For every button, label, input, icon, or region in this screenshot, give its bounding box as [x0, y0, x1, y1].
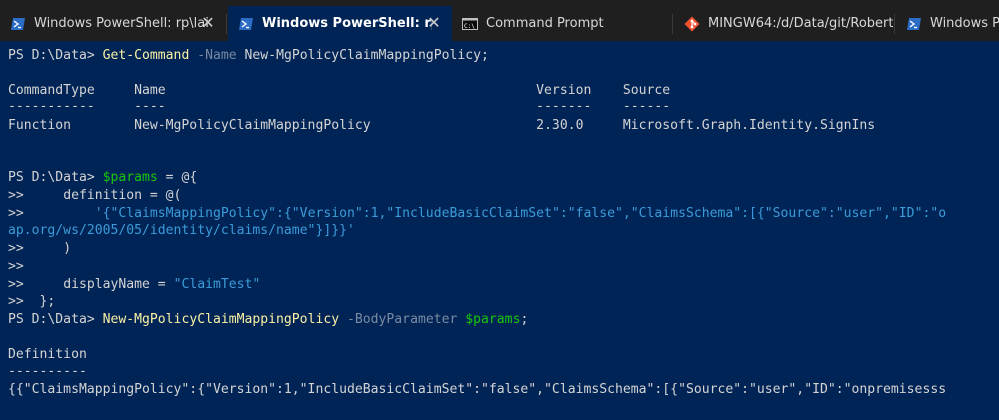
tab-title: Windows Powe [930, 16, 999, 31]
continuation-prompt: >> [8, 241, 32, 256]
terminal-line: ap.org/ws/2005/05/identity/claims/name"}… [8, 222, 355, 240]
tab-divider [226, 14, 227, 34]
terminal-line: >> ) [8, 240, 71, 258]
statement-end: ; [520, 312, 529, 327]
tab-command-prompt[interactable]: C:\ Command Prompt [452, 6, 672, 41]
terminal-line: >> [8, 258, 32, 276]
terminal-line: >> '{"ClaimsMappingPolicy":{"Version":1,… [8, 205, 946, 223]
tab-title: Windows PowerShell: rp\lain.r [262, 16, 432, 31]
prompt: PS D:\Data> [8, 312, 103, 327]
table-row: Function New-MgPolicyClaimMappingPolicy … [8, 118, 876, 133]
tab-mingw64[interactable]: MINGW64:/d/Data/git/Roberts [674, 6, 894, 41]
tab-bar: Windows PowerShell: rp\lain.ro ✕ Windows… [0, 0, 999, 41]
terminal-line: PS D:\Data> New-MgPolicyClaimMappingPoli… [8, 311, 528, 329]
assignment: = @{ [157, 170, 198, 185]
tab-windows-powershell-2[interactable]: Windows PowerShell: rp\lain.r ✕ [228, 6, 452, 41]
continuation-prompt: >> [8, 188, 32, 203]
variable: $params [102, 170, 158, 185]
terminal-line: PS D:\Data> Get-Command -Name New-MgPoli… [8, 47, 489, 65]
json-string: '{"ClaimsMappingPolicy":{"Version":1,"In… [31, 206, 947, 221]
terminal-line: >> }; [8, 293, 55, 311]
powershell-icon [11, 17, 25, 30]
command: Get-Command [102, 48, 190, 63]
close-icon[interactable]: ✕ [200, 15, 216, 31]
output-value: {{"ClaimsMappingPolicy":{"Version":1,"In… [8, 382, 947, 397]
variable: $params [465, 312, 521, 327]
continuation-prompt: >> [8, 277, 32, 292]
command-prompt-icon: C:\ [462, 17, 478, 30]
tab-divider [672, 14, 673, 34]
terminal-line: >> displayName = "ClaimTest" [8, 276, 260, 294]
svg-text:C:\: C:\ [464, 23, 475, 30]
parameter: -BodyParameter [347, 312, 458, 327]
output-header: Definition [8, 347, 87, 362]
parameter: -Name [197, 48, 237, 63]
terminal-line: >> definition = @( [8, 187, 181, 205]
prompt: PS D:\Data> [8, 48, 103, 63]
table-underline: ----------- ---- ------- ------ [8, 99, 671, 114]
powershell-icon [907, 17, 921, 30]
continuation-prompt: >> [8, 259, 32, 274]
output-underline: ---------- [8, 364, 87, 379]
string-value: "ClaimTest" [173, 277, 261, 292]
close-icon[interactable]: ✕ [426, 15, 442, 31]
code: }; [31, 294, 56, 309]
tab-title: MINGW64:/d/Data/git/Roberts [708, 16, 893, 31]
git-icon [684, 16, 700, 31]
powershell-icon [239, 17, 253, 30]
code: definition = @( [31, 188, 182, 203]
tab-title: Windows PowerShell: rp\lain.ro [34, 16, 209, 31]
terminal-line: PS D:\Data> $params = @{ [8, 169, 197, 187]
tab-windows-powershell-3[interactable]: Windows Powe [896, 6, 999, 41]
tab-divider [894, 14, 895, 34]
continuation-prompt: >> [8, 206, 32, 221]
argument: New-MgPolicyClaimMappingPolicy; [244, 48, 489, 63]
prompt: PS D:\Data> [8, 170, 103, 185]
tab-windows-powershell-1[interactable]: Windows PowerShell: rp\lain.ro ✕ [0, 6, 226, 41]
command: New-MgPolicyClaimMappingPolicy [102, 312, 340, 327]
code: ) [31, 241, 72, 256]
continuation-prompt: >> [8, 294, 32, 309]
json-string-wrap: ap.org/ws/2005/05/identity/claims/name"}… [8, 223, 355, 238]
terminal-output[interactable]: PS D:\Data> Get-Command -Name New-MgPoli… [0, 41, 999, 420]
tab-title: Command Prompt [486, 16, 604, 31]
code: displayName = [31, 277, 174, 292]
